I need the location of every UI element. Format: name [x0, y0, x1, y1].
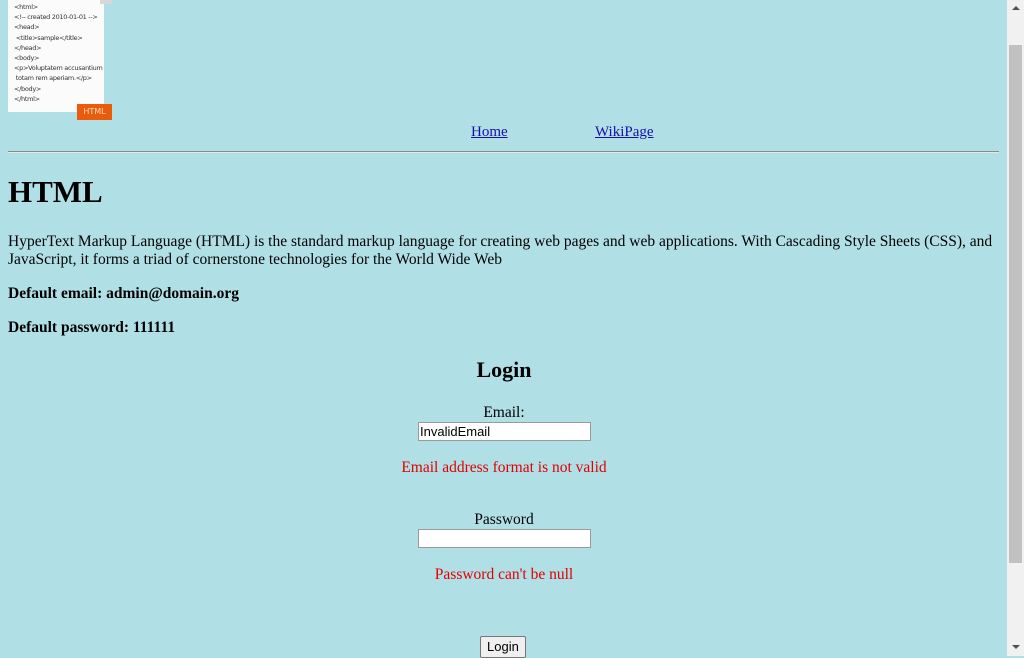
- file-code-snippet: <html> <!-- created 2010-01-01 --> <head…: [14, 3, 103, 103]
- email-error-message: Email address format is not valid: [401, 459, 607, 476]
- scroll-up-arrow-icon[interactable]: [1007, 0, 1024, 17]
- top-nav: Home WikiPage: [8, 124, 1000, 144]
- login-title: Login: [476, 357, 532, 382]
- scroll-down-arrow-icon[interactable]: [1007, 639, 1024, 656]
- page-description: HyperText Markup Language (HTML) is the …: [8, 233, 993, 268]
- file-fold-corner: [100, 0, 112, 4]
- password-label: Password: [474, 511, 534, 528]
- page: <html> <!-- created 2010-01-01 --> <head…: [8, 0, 1000, 658]
- html-file-icon: <html> <!-- created 2010-01-01 --> <head…: [8, 0, 112, 120]
- email-label: Email:: [483, 404, 525, 421]
- default-email-note: Default email: admin@domain.org: [8, 285, 239, 302]
- page-title: HTML: [8, 174, 103, 209]
- email-field[interactable]: [418, 422, 591, 441]
- login-button[interactable]: Login: [480, 636, 526, 658]
- vertical-scrollbar[interactable]: [1007, 0, 1024, 656]
- nav-link-wikipage[interactable]: WikiPage: [595, 124, 654, 141]
- nav-link-home[interactable]: Home: [471, 124, 508, 141]
- scrollbar-thumb[interactable]: [1009, 45, 1022, 563]
- password-field[interactable]: [418, 529, 591, 548]
- horizontal-divider: [8, 151, 999, 153]
- file-sheet: <html> <!-- created 2010-01-01 --> <head…: [8, 0, 104, 112]
- password-error-message: Password can't be null: [434, 566, 574, 583]
- file-type-badge: HTML: [77, 104, 112, 120]
- default-password-note: Default password: 111111: [8, 319, 176, 336]
